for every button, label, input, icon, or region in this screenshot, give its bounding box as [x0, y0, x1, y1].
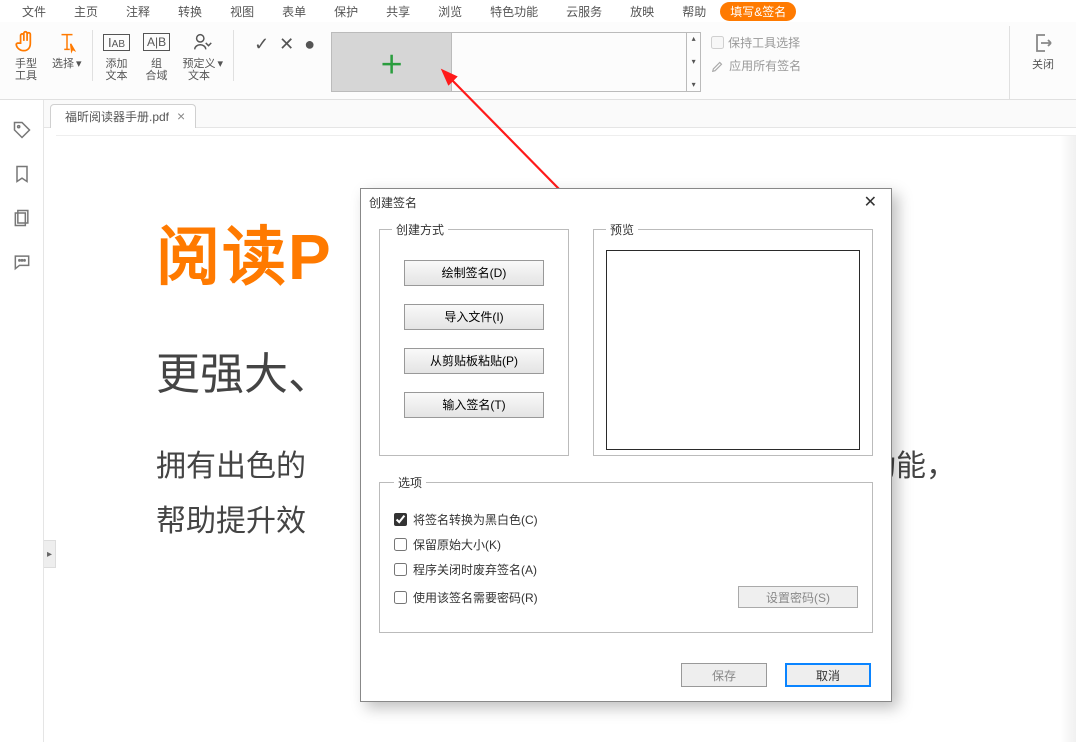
- comment-icon[interactable]: [12, 252, 32, 272]
- doc-para-1a: 拥有出色的: [156, 450, 306, 483]
- create-signature-dialog: 创建签名 ✕ 创建方式 绘制签名(D) 导入文件(I) 从剪贴板粘贴(P) 输入…: [360, 188, 892, 702]
- menu-browse[interactable]: 浏览: [424, 1, 476, 22]
- tool-add-text[interactable]: IAB 添加 文本: [97, 26, 137, 99]
- chevron-up-icon: ▴: [692, 35, 696, 43]
- drop-icon: ▾: [692, 81, 696, 89]
- menu-bar: 文件 主页 注释 转换 视图 表单 保护 共享 浏览 特色功能 云服务 放映 帮…: [0, 0, 1076, 22]
- menu-comment[interactable]: 注释: [112, 1, 164, 22]
- separator: [233, 30, 234, 81]
- document-tab-bar: 福昕阅读器手册.pdf ×: [0, 100, 1076, 128]
- opt-pwd-checkbox[interactable]: [394, 591, 407, 604]
- chevron-down-icon: ▾: [218, 58, 224, 82]
- opt-pwd-label: 使用该签名需要密码(R): [413, 589, 538, 606]
- bookmark-icon[interactable]: [12, 164, 32, 184]
- fill-shapes: ✓ ✕ ●: [238, 26, 325, 99]
- menu-slideshow[interactable]: 放映: [616, 1, 668, 22]
- tool-hand-label: 手型 工具: [15, 58, 37, 82]
- sidebar-toggle[interactable]: ▸: [44, 540, 56, 568]
- paste-clipboard-button[interactable]: 从剪贴板粘贴(P): [404, 348, 544, 374]
- preview-group: 预览: [593, 221, 873, 456]
- options-legend: 选项: [394, 474, 426, 491]
- opt-keep-checkbox[interactable]: [394, 538, 407, 551]
- opt-discard-checkbox[interactable]: [394, 563, 407, 576]
- tool-group-field-label: 组 合域: [146, 58, 168, 82]
- keep-tool-label: 保持工具选择: [728, 34, 800, 51]
- document-tab-label: 福昕阅读器手册.pdf: [65, 108, 169, 125]
- tool-group-field[interactable]: A|B 组 合域: [137, 26, 177, 99]
- tool-predef-text[interactable]: 预定义 文本▾: [177, 26, 230, 99]
- dialog-title-text: 创建签名: [369, 194, 417, 211]
- menu-protect[interactable]: 保护: [320, 1, 372, 22]
- tag-icon[interactable]: [12, 120, 32, 140]
- tool-add-text-label: 添加 文本: [106, 58, 128, 82]
- predef-text-icon: [189, 28, 217, 56]
- pages-icon[interactable]: [12, 208, 32, 228]
- close-fill-sign[interactable]: 关闭: [1009, 26, 1070, 99]
- group-field-icon: A|B: [143, 28, 171, 56]
- options-group: 选项 将签名转换为黑白色(C) 保留原始大小(K) 程序关闭时废弃签名(A) 使…: [379, 474, 873, 633]
- create-method-legend: 创建方式: [392, 221, 448, 238]
- close-label: 关闭: [1032, 56, 1054, 72]
- tool-hand[interactable]: 手型 工具: [6, 26, 46, 99]
- draw-signature-button[interactable]: 绘制签名(D): [404, 260, 544, 286]
- type-signature-button[interactable]: 输入签名(T): [404, 392, 544, 418]
- exit-icon: [1030, 30, 1056, 56]
- document-tab[interactable]: 福昕阅读器手册.pdf ×: [50, 104, 196, 128]
- separator: [92, 30, 93, 81]
- pen-icon: [711, 59, 725, 73]
- menu-fill-sign[interactable]: 填写&签名: [720, 2, 796, 21]
- dialog-titlebar[interactable]: 创建签名 ✕: [361, 189, 891, 215]
- dialog-close-button[interactable]: ✕: [858, 192, 883, 212]
- menu-share[interactable]: 共享: [372, 1, 424, 22]
- menu-convert[interactable]: 转换: [164, 1, 216, 22]
- apply-all-link[interactable]: 应用所有签名: [711, 57, 801, 74]
- preview-canvas: [606, 250, 860, 450]
- shape-x-icon[interactable]: ✕: [279, 34, 294, 55]
- cancel-button[interactable]: 取消: [785, 663, 871, 687]
- tool-predef-label: 预定义 文本: [183, 58, 216, 82]
- opt-bw-label: 将签名转换为黑白色(C): [413, 511, 538, 528]
- menu-feature[interactable]: 特色功能: [476, 1, 552, 22]
- tool-select-label: 选择: [52, 58, 74, 70]
- menu-view[interactable]: 视图: [216, 1, 268, 22]
- add-text-icon: IAB: [103, 28, 131, 56]
- keep-tool-checkbox[interactable]: 保持工具选择: [711, 34, 801, 51]
- apply-all-label: 应用所有签名: [729, 57, 801, 74]
- ribbon: 手型 工具 选择▾ IAB 添加 文本 A|B 组 合域 预定义 文本▾ ✓ ✕…: [0, 22, 1076, 100]
- set-password-button[interactable]: 设置密码(S): [738, 586, 858, 608]
- opt-bw-checkbox[interactable]: [394, 513, 407, 526]
- signature-options: 保持工具选择 应用所有签名: [701, 26, 801, 99]
- tool-select[interactable]: 选择▾: [46, 26, 88, 99]
- page-divider-shadow: [1060, 136, 1076, 742]
- nav-sidebar: [0, 100, 44, 742]
- create-method-group: 创建方式 绘制签名(D) 导入文件(I) 从剪贴板粘贴(P) 输入签名(T): [379, 221, 569, 456]
- save-button[interactable]: 保存: [681, 663, 767, 687]
- shape-check-icon[interactable]: ✓: [254, 34, 269, 55]
- signature-gallery-scroll[interactable]: ▴ ▾ ▾: [686, 33, 700, 91]
- add-signature-button[interactable]: ＋: [332, 33, 452, 91]
- opt-discard-label: 程序关闭时废弃签名(A): [413, 561, 537, 578]
- menu-form[interactable]: 表单: [268, 1, 320, 22]
- signature-gallery: ＋ ▴ ▾ ▾: [331, 32, 701, 92]
- shape-dot-icon[interactable]: ●: [304, 34, 315, 55]
- import-file-button[interactable]: 导入文件(I): [404, 304, 544, 330]
- hand-icon: [12, 28, 40, 56]
- plus-icon: ＋: [380, 45, 404, 80]
- menu-cloud[interactable]: 云服务: [552, 1, 616, 22]
- menu-file[interactable]: 文件: [8, 1, 60, 22]
- menu-help[interactable]: 帮助: [668, 1, 720, 22]
- chevron-down-icon: ▾: [692, 58, 696, 66]
- text-select-icon: [53, 28, 81, 56]
- menu-home[interactable]: 主页: [60, 1, 112, 22]
- opt-keep-label: 保留原始大小(K): [413, 536, 501, 553]
- preview-legend: 预览: [606, 221, 638, 238]
- close-tab-icon[interactable]: ×: [177, 108, 185, 124]
- chevron-down-icon: ▾: [76, 58, 82, 70]
